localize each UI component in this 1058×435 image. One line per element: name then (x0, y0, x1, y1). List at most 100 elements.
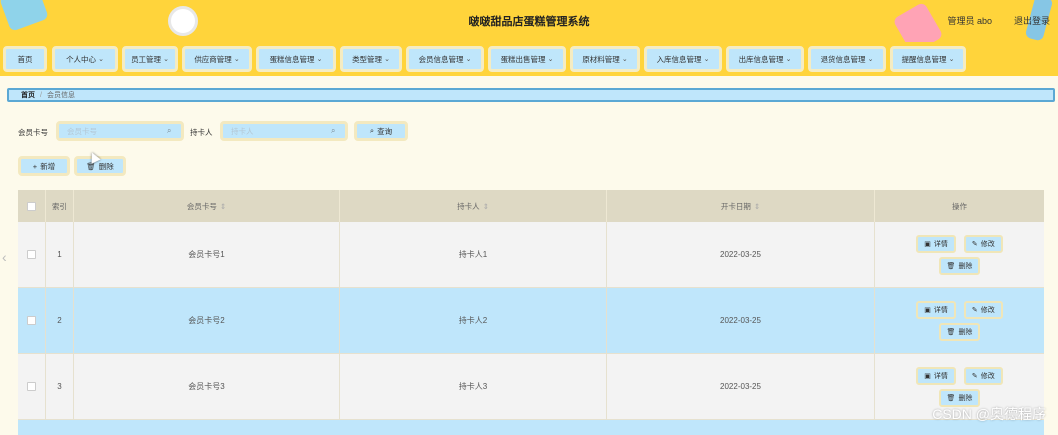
trash-icon: 🗑 (946, 328, 956, 336)
detail-icon: ▣ (924, 306, 931, 314)
nav-item-cake-info[interactable]: 蛋糕信息管理 ⌄ (256, 46, 336, 72)
row-holder: 持卡人1 (340, 222, 607, 287)
nav-label: 供应商管理 (194, 54, 232, 64)
chevron-down-icon: ⌄ (867, 56, 874, 63)
breadcrumb: 首页 / 会员信息 (7, 88, 1055, 102)
nav-label: 类型管理 (352, 54, 383, 64)
nav-item-employee[interactable]: 员工管理 ⌄ (122, 46, 178, 72)
breadcrumb-home[interactable]: 首页 (21, 90, 35, 100)
chevron-down-icon: ⌄ (384, 56, 390, 63)
header-index[interactable]: 索引 (46, 190, 74, 222)
delete-label: 删除 (958, 328, 973, 336)
row-select-cell (18, 354, 46, 419)
detail-label: 详情 (933, 372, 948, 380)
row-open-date: 2022-03-25 (607, 354, 875, 419)
sort-icon: ⇕ (753, 201, 761, 211)
search-icon: ⌕ (369, 126, 375, 135)
table-row: 1 会员卡号1 持卡人1 2022-03-25 ▣ 详情 ✎ 修改 🗑 删除 (18, 222, 1044, 288)
header-open-date[interactable]: 开卡日期 ⇕ (607, 190, 875, 222)
chevron-down-icon: ⌄ (547, 56, 554, 63)
chevron-down-icon: ⌄ (233, 56, 240, 63)
delete-label: 删除 (958, 262, 973, 270)
table-row: 2 会员卡号2 持卡人2 2022-03-25 ▣ 详情 ✎ 修改 🗑 删除 (18, 288, 1044, 354)
nav-item-stock-in[interactable]: 入库信息管理 ⌄ (644, 46, 722, 72)
select-all-cell (18, 190, 46, 222)
nav-item-type[interactable]: 类型管理 ⌄ (340, 46, 402, 72)
nav-item-member-info[interactable]: 会员信息管理 ⌄ (406, 46, 484, 72)
chevron-left-icon[interactable]: ‹ (2, 249, 7, 265)
nav-label: 原材料管理 (582, 54, 620, 64)
nav-item-stock-out[interactable]: 出库信息管理 ⌄ (726, 46, 804, 72)
card-number-input[interactable]: 会员卡号 ⌕ (56, 121, 184, 141)
row-index: 2 (46, 288, 74, 353)
sort-icon: ⇕ (482, 201, 489, 211)
select-all-checkbox[interactable] (27, 201, 36, 211)
nav-item-personal-center[interactable]: 个人中心 ⌄ (52, 46, 118, 72)
header-holder[interactable]: 持卡人 ⇕ (340, 190, 607, 222)
header-card-number-label: 会员卡号 (186, 201, 217, 211)
member-table: 索引 会员卡号 ⇕ 持卡人 ⇕ 开卡日期 ⇕ 操作 1 会员卡号1 持卡人1 2022… (18, 190, 1044, 420)
row-open-date: 2022-03-25 (607, 222, 875, 287)
edit-button[interactable]: ✎ 修改 (963, 234, 1003, 253)
logout-link[interactable]: 退出登录 (1014, 14, 1050, 27)
header-holder-label: 持卡人 (457, 201, 480, 211)
trash-icon: 🗑 (946, 262, 956, 270)
detail-icon: ▣ (924, 240, 931, 248)
nav-item-supplier[interactable]: 供应商管理 ⌄ (182, 46, 252, 72)
query-button[interactable]: ⌕ 查询 (354, 121, 408, 141)
detail-button[interactable]: ▣ 详情 (916, 366, 956, 385)
row-actions: ▣ 详情 ✎ 修改 🗑 删除 (875, 222, 1044, 287)
header-card-number[interactable]: 会员卡号 ⇕ (74, 190, 340, 222)
page-title: 啵啵甜品店蛋糕管理系统 (468, 16, 590, 28)
detail-button[interactable]: ▣ 详情 (916, 300, 956, 319)
row-holder: 持卡人2 (340, 288, 607, 353)
row-card-number: 会员卡号1 (74, 222, 340, 287)
nav-item-home[interactable]: 首页 (3, 46, 47, 72)
sort-icon: ⇕ (219, 201, 227, 211)
header-actions: 操作 (952, 201, 967, 211)
card-number-placeholder: 会员卡号 (67, 126, 97, 136)
chevron-down-icon: ⌄ (621, 56, 628, 63)
nav-label: 退货信息管理 (820, 54, 866, 64)
search-icon: ⌕ (167, 126, 172, 135)
nav-item-returns[interactable]: 退货信息管理 ⌄ (808, 46, 886, 72)
detail-button[interactable]: ▣ 详情 (916, 234, 956, 253)
detail-icon: ▣ (924, 372, 931, 380)
row-checkbox[interactable] (27, 250, 36, 259)
search-icon: ⌕ (331, 126, 336, 135)
nav-item-reminders[interactable]: 提醒信息管理 ⌄ (890, 46, 966, 72)
row-card-number: 会员卡号3 (74, 354, 340, 419)
main-nav: 首页 个人中心 ⌄ 员工管理 ⌄ 供应商管理 ⌄ 蛋糕信息管理 ⌄ 类型管理 ⌄ 会员信息… (0, 42, 1058, 76)
chevron-down-icon: ⌄ (948, 56, 955, 63)
chevron-down-icon: ⌄ (98, 56, 104, 63)
row-index: 3 (46, 354, 74, 419)
row-actions: ▣ 详情 ✎ 修改 🗑 删除 (875, 288, 1044, 353)
row-index: 1 (46, 222, 74, 287)
delete-button[interactable]: 🗑 删除 (938, 322, 981, 341)
edit-button[interactable]: ✎ 修改 (963, 300, 1003, 319)
nav-label: 个人中心 (66, 54, 97, 64)
header-open-date-label: 开卡日期 (720, 201, 751, 211)
edit-button[interactable]: ✎ 修改 (963, 366, 1003, 385)
plus-icon: + (32, 161, 38, 171)
watermark: CSDN @奥德程序 (932, 406, 1046, 422)
row-checkbox[interactable] (27, 316, 36, 325)
delete-button-label: 删除 (98, 161, 114, 171)
holder-label: 持卡人 (190, 128, 213, 137)
query-button-label: 查询 (377, 126, 393, 136)
nav-label: 蛋糕出售管理 (500, 54, 546, 64)
nav-label: 出库信息管理 (738, 54, 784, 64)
holder-input[interactable]: 持卡人 ⌕ (220, 121, 348, 141)
delete-button[interactable]: 🗑 删除 (938, 256, 981, 275)
card-number-label: 会员卡号 (18, 128, 48, 137)
add-button[interactable]: + 新增 (18, 156, 70, 176)
chevron-down-icon: ⌄ (785, 56, 792, 63)
nav-item-raw-material[interactable]: 原材料管理 ⌄ (570, 46, 640, 72)
table-header: 索引 会员卡号 ⇕ 持卡人 ⇕ 开卡日期 ⇕ 操作 (18, 190, 1044, 222)
nav-label: 提醒信息管理 (901, 54, 947, 64)
row-open-date: 2022-03-25 (607, 288, 875, 353)
row-select-cell (18, 222, 46, 287)
row-checkbox[interactable] (27, 382, 36, 391)
nav-item-cake-sale[interactable]: 蛋糕出售管理 ⌄ (488, 46, 566, 72)
edit-label: 修改 (980, 240, 995, 248)
